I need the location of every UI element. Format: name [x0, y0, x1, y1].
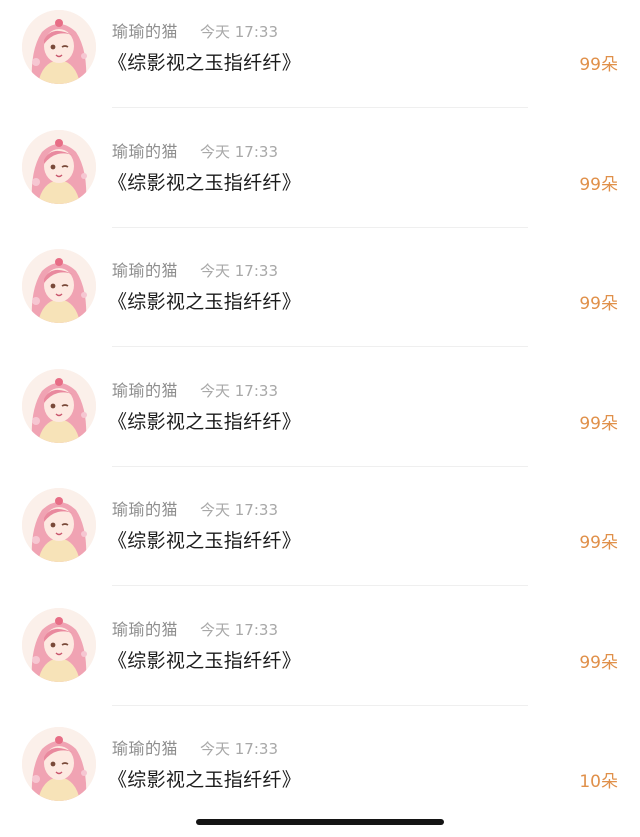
- anime-girl-avatar-icon: [22, 607, 96, 682]
- timestamp: 今天 17:33: [200, 23, 278, 41]
- divider: [112, 465, 528, 467]
- list-item[interactable]: 瑜瑜的猫 今天 17:33 《综影视之玉指纤纤》 99朵: [0, 239, 640, 358]
- book-title[interactable]: 《综影视之玉指纤纤》: [108, 409, 301, 435]
- flower-count: 99朵: [579, 652, 618, 673]
- divider: [112, 704, 528, 706]
- home-indicator-bar[interactable]: [196, 819, 444, 825]
- username[interactable]: 瑜瑜的猫: [112, 739, 178, 759]
- book-title[interactable]: 《综影视之玉指纤纤》: [108, 648, 301, 674]
- list-item[interactable]: 瑜瑜的猫 今天 17:33 《综影视之玉指纤纤》 99朵: [0, 598, 640, 717]
- anime-girl-avatar-icon: [22, 129, 96, 204]
- flower-count: 10朵: [579, 772, 618, 792]
- book-title[interactable]: 《综影视之玉指纤纤》: [108, 289, 301, 315]
- username[interactable]: 瑜瑜的猫: [112, 381, 178, 401]
- book-title[interactable]: 《综影视之玉指纤纤》: [108, 528, 301, 554]
- user-avatar[interactable]: [22, 368, 96, 443]
- divider: [112, 346, 528, 347]
- anime-girl-avatar-icon: [22, 249, 96, 323]
- flower-count: 99朵: [579, 294, 618, 314]
- list-item[interactable]: 瑜瑜的猫 今天 17:33 《综影视之玉指纤纤》 99朵: [0, 359, 640, 478]
- timestamp: 今天 17:33: [200, 740, 278, 758]
- user-avatar[interactable]: [22, 129, 96, 204]
- flower-count: 99朵: [579, 55, 618, 75]
- anime-girl-avatar-icon: [22, 727, 96, 801]
- book-title[interactable]: 《综影视之玉指纤纤》: [108, 767, 301, 793]
- flower-count: 99朵: [579, 533, 618, 553]
- divider: [112, 585, 528, 586]
- username[interactable]: 瑜瑜的猫: [112, 142, 178, 162]
- username[interactable]: 瑜瑜的猫: [112, 22, 178, 42]
- user-avatar[interactable]: [22, 249, 96, 323]
- flower-count: 99朵: [579, 413, 618, 434]
- anime-girl-avatar-icon: [22, 10, 96, 84]
- list-item[interactable]: 瑜瑜的猫 今天 17:33 《综影视之玉指纤纤》 99朵: [0, 0, 640, 119]
- timestamp: 今天 17:33: [200, 620, 278, 639]
- user-avatar[interactable]: [22, 727, 96, 801]
- flower-count: 99朵: [579, 174, 618, 195]
- username[interactable]: 瑜瑜的猫: [112, 500, 178, 520]
- book-title[interactable]: 《综影视之玉指纤纤》: [108, 50, 301, 76]
- anime-girl-avatar-icon: [22, 488, 96, 562]
- username[interactable]: 瑜瑜的猫: [112, 261, 178, 281]
- timestamp: 今天 17:33: [200, 381, 278, 400]
- divider: [112, 107, 528, 108]
- timestamp: 今天 17:33: [200, 501, 278, 519]
- user-avatar[interactable]: [22, 488, 96, 562]
- anime-girl-avatar-icon: [22, 368, 96, 443]
- timestamp: 今天 17:33: [200, 142, 278, 161]
- user-avatar[interactable]: [22, 607, 96, 682]
- book-title[interactable]: 《综影视之玉指纤纤》: [108, 170, 301, 196]
- timestamp: 今天 17:33: [200, 262, 278, 280]
- username[interactable]: 瑜瑜的猫: [112, 620, 178, 640]
- list-item[interactable]: 瑜瑜的猫 今天 17:33 《综影视之玉指纤纤》 99朵: [0, 120, 640, 239]
- divider: [112, 226, 528, 228]
- user-avatar[interactable]: [22, 10, 96, 84]
- list-item[interactable]: 瑜瑜的猫 今天 17:33 《综影视之玉指纤纤》 99朵: [0, 478, 640, 597]
